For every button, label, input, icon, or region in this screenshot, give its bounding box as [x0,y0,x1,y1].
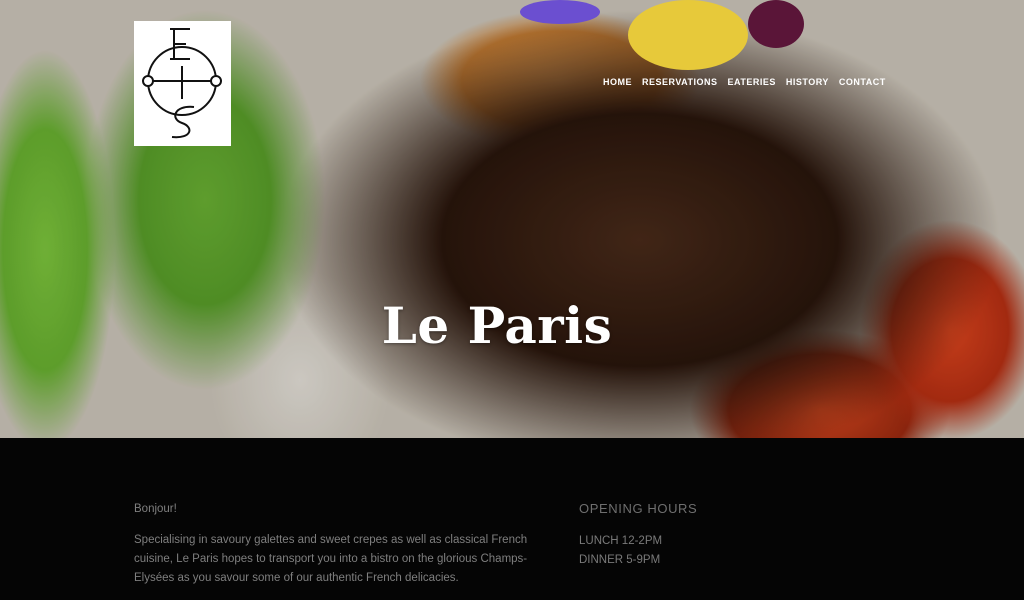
lunch-hours: LUNCH 12-2PM [579,535,663,547]
hero-banner: HOME RESERVATIONS EATERIES HISTORY CONTA… [0,0,1024,438]
page-title: Le Paris [381,295,613,355]
nav-reservations[interactable]: RESERVATIONS [642,77,718,87]
monogram-logo-icon [142,28,222,139]
dinner-hours: DINNER 5-9PM [579,554,661,566]
opening-hours-column: OPENING HOURS LUNCH 12-2PM DINNER 5-9PM [579,501,697,572]
edible-flower-image [748,0,804,48]
edible-flower-image [520,0,600,24]
about-description: Specialising in savoury galettes and swe… [134,534,528,584]
main-navigation: HOME RESERVATIONS EATERIES HISTORY CONTA… [603,77,896,87]
about-column: Bonjour! Specialising in savoury galette… [134,500,554,600]
nav-history[interactable]: HISTORY [786,77,829,87]
edible-flower-image [628,0,748,70]
nav-eateries[interactable]: EATERIES [728,77,776,87]
greeting-text: Bonjour! [134,503,177,515]
opening-hours-heading: OPENING HOURS [579,501,698,516]
nav-contact[interactable]: CONTACT [839,77,886,87]
nav-home[interactable]: HOME [603,77,632,87]
info-section: Bonjour! Specialising in savoury galette… [0,438,1024,584]
site-logo[interactable] [134,21,231,146]
